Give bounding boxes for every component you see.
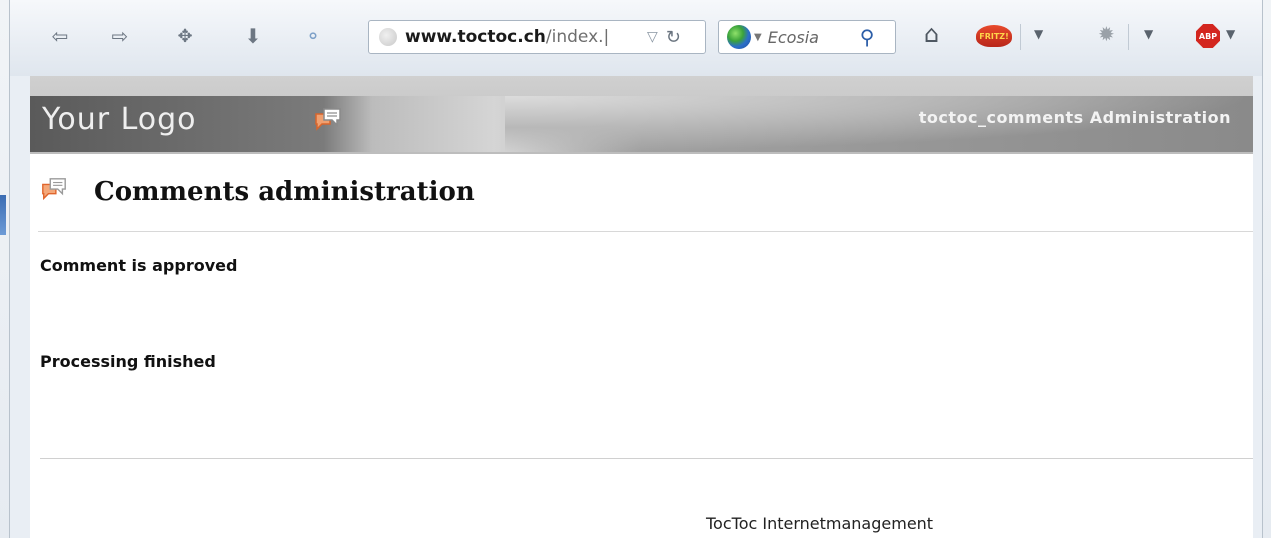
page-heading: Comments administration <box>40 172 475 212</box>
admin-header: Your Logo toctoc_comments Administration <box>30 76 1253 154</box>
footer-text: TocToc Internetmanagement <box>706 514 934 533</box>
chat-icon <box>313 106 343 140</box>
search-engine-icon[interactable] <box>727 25 751 49</box>
adblock-dropdown-icon[interactable]: ▼ <box>1226 27 1235 41</box>
download-icon[interactable]: ⬇ <box>239 22 267 50</box>
browser-toolbar: ⇦ ⇨ ✥ ⬇ ⚬ www.toctoc.ch/index.| ▽ ↻ ▼ Ec… <box>10 0 1262 76</box>
window-accent <box>0 195 6 235</box>
window-left-frame <box>0 0 10 538</box>
fritz-addon-icon[interactable]: FRITZ! <box>976 25 1012 47</box>
comments-icon <box>40 176 68 208</box>
url-bar[interactable]: www.toctoc.ch/index.| ▽ ↻ <box>368 20 706 54</box>
site-logo: Your Logo <box>42 102 197 137</box>
footer-divider <box>40 458 1253 459</box>
reload-icon[interactable]: ↻ <box>666 27 681 48</box>
divider <box>38 231 1253 232</box>
bug-dropdown-icon[interactable]: ▼ <box>1144 27 1153 41</box>
url-text[interactable]: www.toctoc.ch/index.| <box>405 27 643 47</box>
search-icon[interactable]: ⚲ <box>860 25 875 49</box>
page-title: Comments administration <box>94 177 475 207</box>
status-message-approved: Comment is approved <box>40 256 238 275</box>
status-message-finished: Processing finished <box>40 352 216 371</box>
adblock-icon[interactable]: ABP <box>1196 24 1220 48</box>
bug-addon-icon[interactable]: ✹ <box>1098 22 1115 46</box>
window-right-frame <box>1262 0 1271 538</box>
forward-arrow-icon[interactable]: ⇨ <box>106 22 134 50</box>
toolbar-separator <box>1020 24 1021 50</box>
back-arrow-icon[interactable]: ⇦ <box>46 22 74 50</box>
search-input[interactable]: Ecosia <box>768 28 858 47</box>
site-identity-icon[interactable] <box>379 28 397 46</box>
page-content: Your Logo toctoc_comments Administration… <box>30 76 1253 538</box>
history-dropdown-icon[interactable]: ▽ <box>647 29 658 45</box>
toolbar-separator <box>1128 24 1129 50</box>
move-icon[interactable]: ✥ <box>171 22 199 50</box>
search-engine-dropdown-icon[interactable]: ▼ <box>754 32 762 43</box>
search-bar[interactable]: ▼ Ecosia ⚲ <box>718 20 896 54</box>
tool-icon[interactable]: ⚬ <box>299 22 327 50</box>
fritz-dropdown-icon[interactable]: ▼ <box>1034 27 1043 41</box>
home-icon[interactable]: ⌂ <box>924 20 939 48</box>
admin-title: toctoc_comments Administration <box>918 108 1231 127</box>
